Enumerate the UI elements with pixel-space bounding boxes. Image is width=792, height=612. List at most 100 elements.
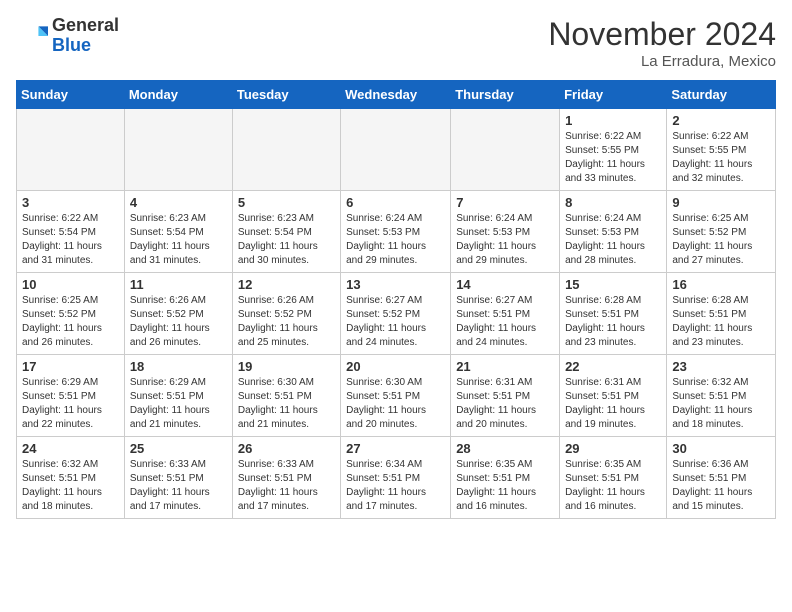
day-info: Sunrise: 6:32 AMSunset: 5:51 PMDaylight:…: [672, 376, 770, 432]
day-cell: 16 Sunrise: 6:28 AMSunset: 5:51 PMDayligh…: [667, 273, 776, 355]
day-number: 23: [672, 359, 770, 374]
week-row-2: 3 Sunrise: 6:22 AMSunset: 5:54 PMDaylight…: [17, 191, 776, 273]
day-number: 28: [456, 441, 554, 456]
day-cell: 15 Sunrise: 6:28 AMSunset: 5:51 PMDayligh…: [560, 273, 667, 355]
week-row-1: 1 Sunrise: 6:22 AMSunset: 5:55 PMDaylight…: [17, 109, 776, 191]
col-header-tuesday: Tuesday: [232, 81, 340, 109]
day-info: Sunrise: 6:29 AMSunset: 5:51 PMDaylight:…: [22, 376, 119, 432]
day-info: Sunrise: 6:29 AMSunset: 5:51 PMDaylight:…: [130, 376, 227, 432]
day-number: 30: [672, 441, 770, 456]
day-number: 19: [238, 359, 335, 374]
day-cell: [124, 109, 232, 191]
day-info: Sunrise: 6:31 AMSunset: 5:51 PMDaylight:…: [456, 376, 554, 432]
col-header-saturday: Saturday: [667, 81, 776, 109]
day-info: Sunrise: 6:28 AMSunset: 5:51 PMDaylight:…: [565, 294, 661, 350]
day-info: Sunrise: 6:34 AMSunset: 5:51 PMDaylight:…: [346, 458, 445, 514]
day-cell: [17, 109, 125, 191]
day-info: Sunrise: 6:22 AMSunset: 5:55 PMDaylight:…: [672, 130, 770, 186]
col-header-thursday: Thursday: [451, 81, 560, 109]
day-cell: 25 Sunrise: 6:33 AMSunset: 5:51 PMDayligh…: [124, 437, 232, 519]
day-info: Sunrise: 6:26 AMSunset: 5:52 PMDaylight:…: [130, 294, 227, 350]
day-cell: 28 Sunrise: 6:35 AMSunset: 5:51 PMDayligh…: [451, 437, 560, 519]
day-number: 26: [238, 441, 335, 456]
day-number: 12: [238, 277, 335, 292]
day-number: 14: [456, 277, 554, 292]
day-cell: 5 Sunrise: 6:23 AMSunset: 5:54 PMDaylight…: [232, 191, 340, 273]
day-info: Sunrise: 6:33 AMSunset: 5:51 PMDaylight:…: [130, 458, 227, 514]
day-number: 20: [346, 359, 445, 374]
day-info: Sunrise: 6:32 AMSunset: 5:51 PMDaylight:…: [22, 458, 119, 514]
month-title: November 2024: [548, 16, 776, 53]
day-cell: 26 Sunrise: 6:33 AMSunset: 5:51 PMDayligh…: [232, 437, 340, 519]
day-number: 6: [346, 195, 445, 210]
col-header-monday: Monday: [124, 81, 232, 109]
day-cell: 1 Sunrise: 6:22 AMSunset: 5:55 PMDaylight…: [560, 109, 667, 191]
day-info: Sunrise: 6:31 AMSunset: 5:51 PMDaylight:…: [565, 376, 661, 432]
day-cell: 23 Sunrise: 6:32 AMSunset: 5:51 PMDayligh…: [667, 355, 776, 437]
day-info: Sunrise: 6:25 AMSunset: 5:52 PMDaylight:…: [22, 294, 119, 350]
day-number: 16: [672, 277, 770, 292]
week-row-5: 24Sunrise: 6:32 AMSunset: 5:51 PMDayligh…: [17, 437, 776, 519]
title-block: November 2024 La Erradura, Mexico: [548, 16, 776, 70]
day-info: Sunrise: 6:22 AMSunset: 5:55 PMDaylight:…: [565, 130, 661, 186]
day-info: Sunrise: 6:25 AMSunset: 5:52 PMDaylight:…: [672, 212, 770, 268]
day-cell: 19 Sunrise: 6:30 AMSunset: 5:51 PMDayligh…: [232, 355, 340, 437]
day-info: Sunrise: 6:27 AMSunset: 5:52 PMDaylight:…: [346, 294, 445, 350]
day-info: Sunrise: 6:36 AMSunset: 5:51 PMDaylight:…: [672, 458, 770, 514]
day-number: 11: [130, 277, 227, 292]
day-cell: 3 Sunrise: 6:22 AMSunset: 5:54 PMDaylight…: [17, 191, 125, 273]
day-cell: 2 Sunrise: 6:22 AMSunset: 5:55 PMDaylight…: [667, 109, 776, 191]
day-info: Sunrise: 6:33 AMSunset: 5:51 PMDaylight:…: [238, 458, 335, 514]
day-number: 17: [22, 359, 119, 374]
day-cell: [341, 109, 451, 191]
day-number: 22: [565, 359, 661, 374]
day-cell: 30 Sunrise: 6:36 AMSunset: 5:51 PMDayligh…: [667, 437, 776, 519]
day-info: Sunrise: 6:23 AMSunset: 5:54 PMDaylight:…: [130, 212, 227, 268]
day-number: 5: [238, 195, 335, 210]
logo-general: General: [52, 16, 119, 36]
col-header-wednesday: Wednesday: [341, 81, 451, 109]
day-number: 13: [346, 277, 445, 292]
day-info: Sunrise: 6:26 AMSunset: 5:52 PMDaylight:…: [238, 294, 335, 350]
day-cell: 13 Sunrise: 6:27 AMSunset: 5:52 PMDayligh…: [341, 273, 451, 355]
day-number: 2: [672, 113, 770, 128]
calendar: SundayMondayTuesdayWednesdayThursdayFrid…: [16, 80, 776, 519]
day-info: Sunrise: 6:30 AMSunset: 5:51 PMDaylight:…: [238, 376, 335, 432]
day-number: 15: [565, 277, 661, 292]
day-cell: 27Sunrise: 6:34 AMSunset: 5:51 PMDayligh…: [341, 437, 451, 519]
day-cell: 29Sunrise: 6:35 AMSunset: 5:51 PMDayligh…: [560, 437, 667, 519]
day-number: 7: [456, 195, 554, 210]
day-cell: 18Sunrise: 6:29 AMSunset: 5:51 PMDayligh…: [124, 355, 232, 437]
day-info: Sunrise: 6:22 AMSunset: 5:54 PMDaylight:…: [22, 212, 119, 268]
day-info: Sunrise: 6:27 AMSunset: 5:51 PMDaylight:…: [456, 294, 554, 350]
day-cell: 14 Sunrise: 6:27 AMSunset: 5:51 PMDayligh…: [451, 273, 560, 355]
week-row-4: 17 Sunrise: 6:29 AMSunset: 5:51 PMDayligh…: [17, 355, 776, 437]
day-info: Sunrise: 6:35 AMSunset: 5:51 PMDaylight:…: [565, 458, 661, 514]
day-info: Sunrise: 6:24 AMSunset: 5:53 PMDaylight:…: [565, 212, 661, 268]
day-info: Sunrise: 6:24 AMSunset: 5:53 PMDaylight:…: [346, 212, 445, 268]
day-cell: 22 Sunrise: 6:31 AMSunset: 5:51 PMDayligh…: [560, 355, 667, 437]
day-info: Sunrise: 6:28 AMSunset: 5:51 PMDaylight:…: [672, 294, 770, 350]
location: La Erradura, Mexico: [548, 53, 776, 70]
day-cell: 4Sunrise: 6:23 AMSunset: 5:54 PMDaylight…: [124, 191, 232, 273]
day-cell: 21Sunrise: 6:31 AMSunset: 5:51 PMDayligh…: [451, 355, 560, 437]
col-header-friday: Friday: [560, 81, 667, 109]
day-cell: 24Sunrise: 6:32 AMSunset: 5:51 PMDayligh…: [17, 437, 125, 519]
day-info: Sunrise: 6:35 AMSunset: 5:51 PMDaylight:…: [456, 458, 554, 514]
col-header-sunday: Sunday: [17, 81, 125, 109]
day-cell: 8 Sunrise: 6:24 AMSunset: 5:53 PMDaylight…: [560, 191, 667, 273]
day-info: Sunrise: 6:23 AMSunset: 5:54 PMDaylight:…: [238, 212, 335, 268]
page-header: General Blue November 2024 La Erradura, …: [16, 16, 776, 70]
day-number: 8: [565, 195, 661, 210]
day-number: 3: [22, 195, 119, 210]
day-cell: 7Sunrise: 6:24 AMSunset: 5:53 PMDaylight…: [451, 191, 560, 273]
day-cell: [232, 109, 340, 191]
week-row-3: 10 Sunrise: 6:25 AMSunset: 5:52 PMDayligh…: [17, 273, 776, 355]
day-cell: [451, 109, 560, 191]
day-cell: 9 Sunrise: 6:25 AMSunset: 5:52 PMDaylight…: [667, 191, 776, 273]
day-number: 1: [565, 113, 661, 128]
day-number: 9: [672, 195, 770, 210]
day-number: 25: [130, 441, 227, 456]
day-number: 10: [22, 277, 119, 292]
calendar-header-row: SundayMondayTuesdayWednesdayThursdayFrid…: [17, 81, 776, 109]
